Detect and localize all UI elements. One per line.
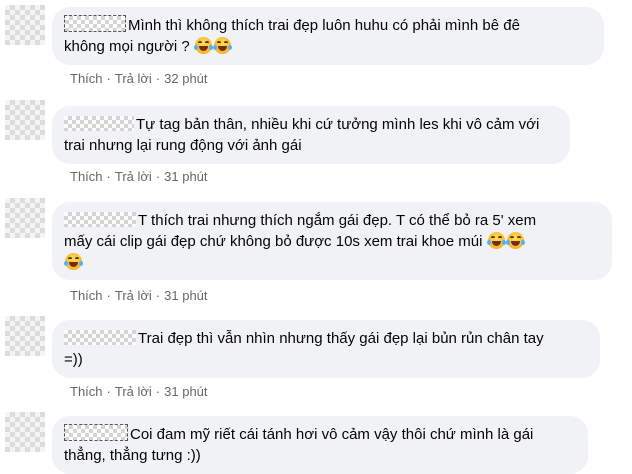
redacted-name: [64, 116, 134, 131]
comment-actions: Thích · Trả lời · 31 phút: [70, 169, 208, 185]
comment-bubble: Coi đam mỹ riết cái tánh hơi vô cảm vậy …: [52, 416, 588, 474]
comment-text-continued: =)): [64, 351, 83, 368]
like-button[interactable]: Thích: [70, 71, 103, 86]
comment-actions: Thích · Trả lời · 31 phút: [70, 288, 208, 304]
like-button[interactable]: Thích: [70, 288, 103, 303]
comment-text: Mình thì không thích trai đẹp luôn huhu …: [128, 17, 520, 34]
separator: ·: [106, 169, 111, 184]
redacted-name: [64, 212, 136, 227]
separator: ·: [106, 384, 111, 399]
reply-button[interactable]: Trả lời: [115, 288, 152, 303]
comment-text: T thích trai nhưng thích ngắm gái đẹp. T…: [138, 212, 537, 229]
comment-bubble: Tự tag bản thân, nhiều khi cứ tưởng mình…: [52, 106, 570, 164]
separator: ·: [106, 71, 111, 86]
comment-text: Trai đẹp thì vẫn nhìn nhưng thấy gái đẹp…: [138, 330, 544, 347]
rofl-emoji: [193, 37, 213, 54]
separator: ·: [155, 169, 161, 184]
avatar[interactable]: [5, 316, 45, 356]
redacted-name: [64, 330, 136, 345]
comment-text-continued: trai nhưng lại rung động với ảnh gái: [64, 137, 302, 154]
separator: ·: [155, 288, 161, 303]
redacted-name: [64, 15, 126, 32]
timestamp[interactable]: 31 phút: [164, 169, 207, 184]
separator: ·: [106, 288, 111, 303]
grin-sweat-emoji: [505, 232, 525, 249]
separator: ·: [155, 384, 161, 399]
comment-text: Coi đam mỹ riết cái tánh hơi vô cảm vậy …: [130, 426, 534, 443]
avatar[interactable]: [5, 5, 45, 45]
grin-sweat-emoji: [64, 253, 83, 270]
comment-actions: Thích · Trả lời · 31 phút: [70, 384, 208, 400]
reply-button[interactable]: Trả lời: [115, 169, 152, 184]
comment-actions: Thích · Trả lời · 32 phút: [70, 71, 208, 87]
comment-text-continued: thẳng, thẳng tưng :)): [64, 447, 201, 464]
avatar[interactable]: [5, 412, 45, 452]
comment-bubble: T thích trai nhưng thích ngắm gái đẹp. T…: [52, 202, 612, 280]
separator: ·: [155, 71, 161, 86]
comment-bubble: Trai đẹp thì vẫn nhìn nhưng thấy gái đẹp…: [52, 320, 600, 378]
comment-text: Tự tag bản thân, nhiều khi cứ tưởng mình…: [136, 116, 540, 133]
redacted-name: [64, 424, 128, 441]
avatar[interactable]: [5, 198, 45, 238]
timestamp[interactable]: 32 phút: [164, 71, 207, 86]
timestamp[interactable]: 31 phút: [164, 384, 207, 399]
avatar[interactable]: [5, 100, 45, 140]
comment-text-continued: không mọi người ?: [64, 38, 190, 55]
timestamp[interactable]: 31 phút: [164, 288, 207, 303]
like-button[interactable]: Thích: [70, 384, 103, 399]
reply-button[interactable]: Trả lời: [115, 384, 152, 399]
grin-sweat-emoji: [486, 232, 506, 249]
comment-bubble: Mình thì không thích trai đẹp luôn huhu …: [52, 7, 604, 65]
like-button[interactable]: Thích: [70, 169, 103, 184]
comment-text-continued: mấy cái clip gái đẹp chứ không bỏ được 1…: [64, 233, 483, 250]
reply-button[interactable]: Trả lời: [115, 71, 152, 86]
rofl-emoji: [212, 37, 232, 54]
